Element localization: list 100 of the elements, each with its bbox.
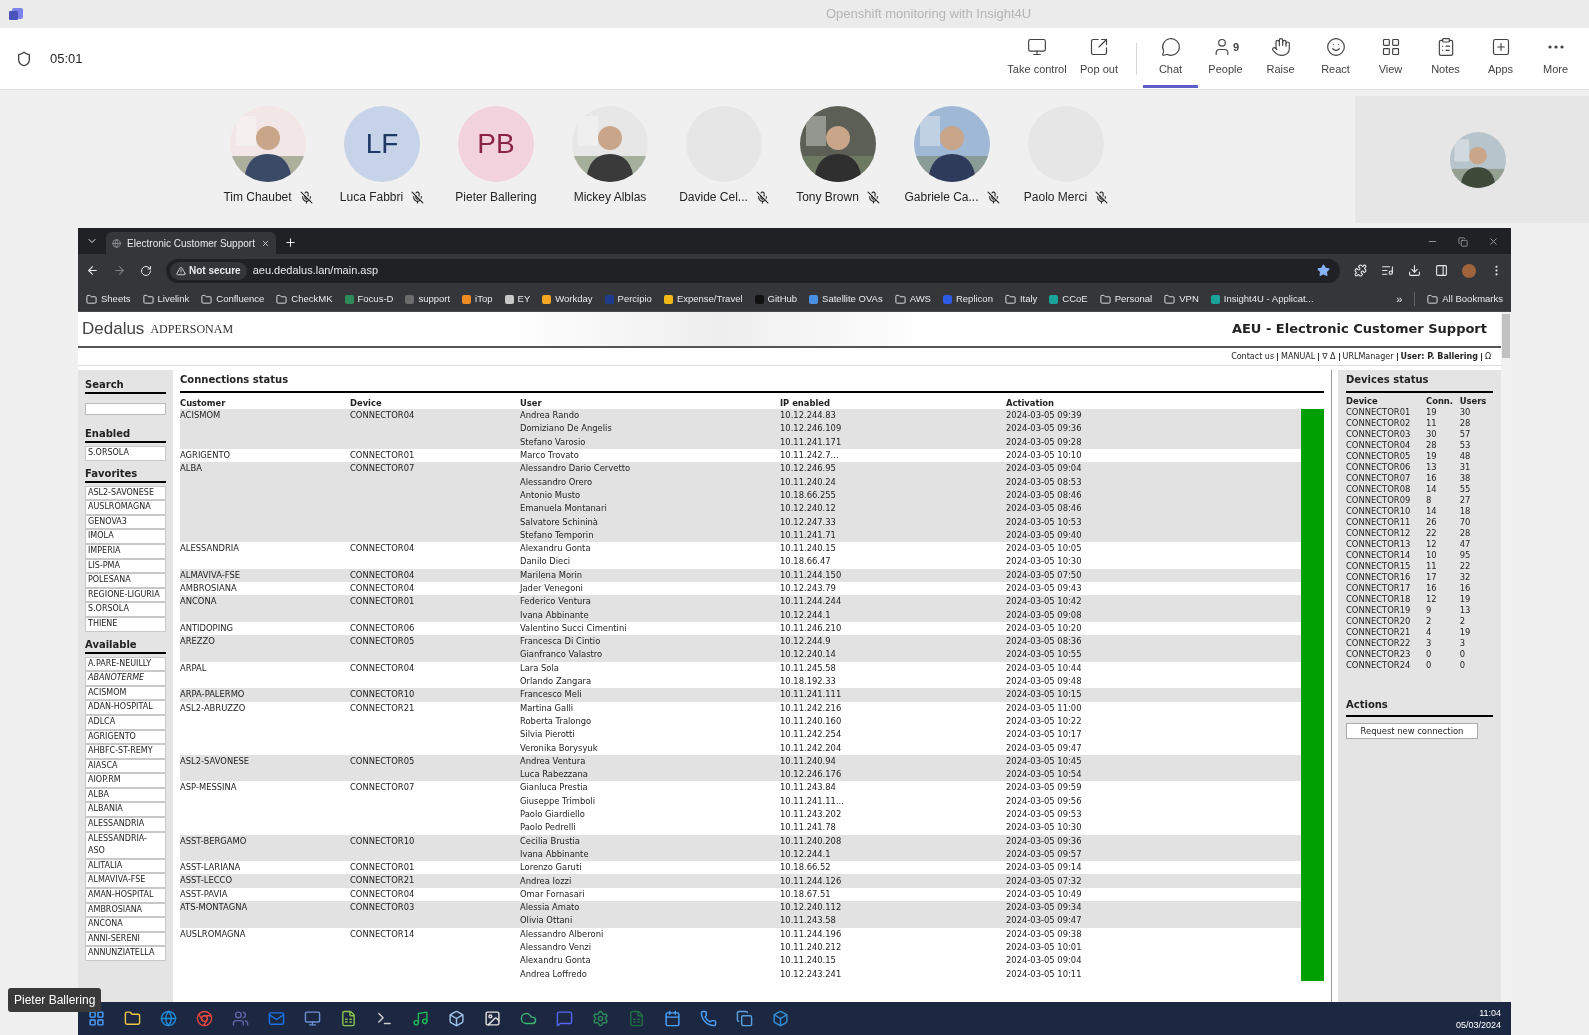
reload-icon[interactable] xyxy=(140,264,152,277)
bookmark[interactable]: Focus-D xyxy=(344,291,394,307)
bookmark-star-icon[interactable] xyxy=(1317,264,1330,277)
customer-item[interactable]: ASL2-SAVONESE xyxy=(85,485,166,501)
start-icon[interactable] xyxy=(88,1010,105,1027)
address-field[interactable]: Not secure aeu.dedalus.lan/main.asp xyxy=(166,258,1340,283)
bookmark[interactable]: Confluence xyxy=(201,291,265,307)
bookmark[interactable]: Sheets xyxy=(86,291,131,307)
customer-item[interactable]: AUSLROMAGNA xyxy=(85,500,166,515)
monitor-icon xyxy=(1027,36,1047,57)
customer-item[interactable]: ANCONA xyxy=(85,917,166,932)
bookmark[interactable]: Insight4U - Applicat... xyxy=(1210,291,1314,307)
box-icon[interactable] xyxy=(448,1010,465,1027)
nav-link[interactable]: Contact us xyxy=(1231,350,1275,363)
toolbar-button[interactable]: 9 People xyxy=(1198,29,1253,88)
profile-avatar[interactable] xyxy=(1462,263,1476,278)
bookmark[interactable]: Satellite OVAs xyxy=(809,291,883,307)
calendar-icon[interactable] xyxy=(664,1010,681,1027)
message-icon[interactable] xyxy=(556,1010,573,1027)
toolbar-button[interactable]: More xyxy=(1528,29,1583,88)
bookmark[interactable]: EY xyxy=(504,291,531,307)
music-icon[interactable] xyxy=(412,1010,429,1027)
bookmark[interactable]: CheckMK xyxy=(276,291,333,307)
bookmark[interactable]: AWS xyxy=(894,291,931,307)
more-bookmarks[interactable]: » xyxy=(1396,290,1403,308)
bookmark[interactable]: Personal xyxy=(1099,291,1153,307)
windows-icon[interactable] xyxy=(736,1010,753,1027)
customer-item[interactable]: ANNUNZIATELLA xyxy=(85,946,166,961)
toolbar-button[interactable]: Apps xyxy=(1473,29,1528,88)
extensions-icon[interactable] xyxy=(1354,264,1367,277)
toolbar-button[interactable]: Notes xyxy=(1418,29,1473,88)
media-icon[interactable] xyxy=(1381,264,1394,277)
customer-item[interactable]: AMAN-HOSPITAL xyxy=(85,888,166,903)
bookmark[interactable]: support xyxy=(405,291,451,307)
bookmark[interactable]: GitHub xyxy=(754,291,798,307)
bookmark[interactable]: Workday xyxy=(542,291,593,307)
customer-item[interactable]: S.ORSOLA xyxy=(85,602,166,617)
customer-item[interactable]: ALBANIA xyxy=(85,802,166,818)
spreadsheet-icon[interactable] xyxy=(340,1010,357,1027)
toolbar-button[interactable]: Raise xyxy=(1253,29,1308,88)
bookmark[interactable]: iTop xyxy=(462,291,493,307)
toolbar-button[interactable]: Chat xyxy=(1143,29,1198,88)
monitor-icon[interactable] xyxy=(304,1010,321,1027)
phone-icon[interactable] xyxy=(700,1010,717,1027)
new-tab-icon[interactable] xyxy=(284,236,297,249)
browser-icon[interactable] xyxy=(196,1010,213,1027)
gear-icon[interactable] xyxy=(592,1010,609,1027)
back-icon[interactable] xyxy=(86,264,99,277)
box-icon[interactable] xyxy=(772,1010,789,1027)
bookmark[interactable]: Italy xyxy=(1004,291,1038,307)
customer-item[interactable]: A.PARE-NEUILLY xyxy=(85,656,166,672)
nav-link[interactable]: Ω xyxy=(1484,350,1491,363)
folder-icon[interactable] xyxy=(124,1010,141,1027)
customer-item[interactable]: AHBFC-ST-REMY xyxy=(85,744,166,759)
nav-link[interactable]: User: P. Ballering xyxy=(1400,350,1478,363)
bookmark[interactable]: Percipio xyxy=(604,291,652,307)
table-cell: 2024-03-05 09:39 xyxy=(1006,409,1301,423)
participant-name: Luca Fabbri xyxy=(339,189,404,206)
forward-icon[interactable] xyxy=(113,264,126,277)
browser-icon[interactable] xyxy=(160,1010,177,1027)
bookmark[interactable]: CCoE xyxy=(1049,291,1088,307)
restore-icon[interactable] xyxy=(1458,236,1468,247)
cloud-icon[interactable] xyxy=(520,1010,537,1027)
customer-item[interactable]: AIOP.RM xyxy=(85,773,166,788)
nav-link[interactable]: ∇ Δ xyxy=(1322,350,1336,363)
download-icon[interactable] xyxy=(1408,264,1421,277)
table-cell: 2024-03-05 07:50 xyxy=(1006,568,1301,582)
bookmark[interactable]: All Bookmarks xyxy=(1427,291,1503,307)
table-cell: 2024-03-05 09:28 xyxy=(1006,435,1301,449)
terminal-icon[interactable] xyxy=(376,1010,393,1027)
table-cell: 2024-03-05 09:57 xyxy=(1006,847,1301,862)
customer-item[interactable]: IMOLA xyxy=(85,529,166,544)
close-icon[interactable] xyxy=(1488,236,1499,247)
table-cell: CONNECTOR10 xyxy=(350,688,520,702)
mail-icon[interactable] xyxy=(268,1010,285,1027)
browser-tab[interactable]: Electronic Customer Support xyxy=(106,232,276,254)
toolbar-button[interactable]: Take control xyxy=(1006,29,1068,88)
bookmark[interactable]: Livelink xyxy=(142,291,190,307)
side-panel-icon[interactable] xyxy=(1435,264,1448,277)
customer-item[interactable]: POLESANA xyxy=(85,573,166,588)
customer-item[interactable]: ALMAVIVA-FSE xyxy=(85,873,166,889)
customer-item[interactable]: ALESSANDRIA-ASO xyxy=(85,831,166,859)
customer-item[interactable]: S.ORSOLA xyxy=(85,446,166,461)
toolbar-button[interactable]: View xyxy=(1363,29,1418,88)
table-cell-text: 2024-03-05 10:22 xyxy=(1006,714,1083,728)
toolbar-button[interactable]: React xyxy=(1308,29,1363,88)
bookmark[interactable]: Replicon xyxy=(942,291,993,307)
nav-link[interactable]: URLManager xyxy=(1342,350,1394,363)
search-field[interactable] xyxy=(85,403,166,415)
customer-item[interactable]: ALESSANDRIA xyxy=(85,817,166,832)
image-icon[interactable] xyxy=(484,1010,501,1027)
toolbar-button[interactable]: Pop out xyxy=(1068,29,1130,88)
people-icon[interactable] xyxy=(232,1010,249,1027)
bookmark[interactable]: VPN xyxy=(1164,291,1199,307)
customer-item[interactable]: ABANOTERME xyxy=(85,671,166,686)
bookmark[interactable]: Expense/Travel xyxy=(663,291,743,307)
request-connection-button[interactable]: Request new connection xyxy=(1346,723,1478,740)
nav-link[interactable]: MANUAL xyxy=(1281,350,1316,363)
security-chip[interactable]: Not secure xyxy=(170,261,247,280)
customer-item[interactable]: ADAN-HOSPITAL xyxy=(85,700,166,715)
